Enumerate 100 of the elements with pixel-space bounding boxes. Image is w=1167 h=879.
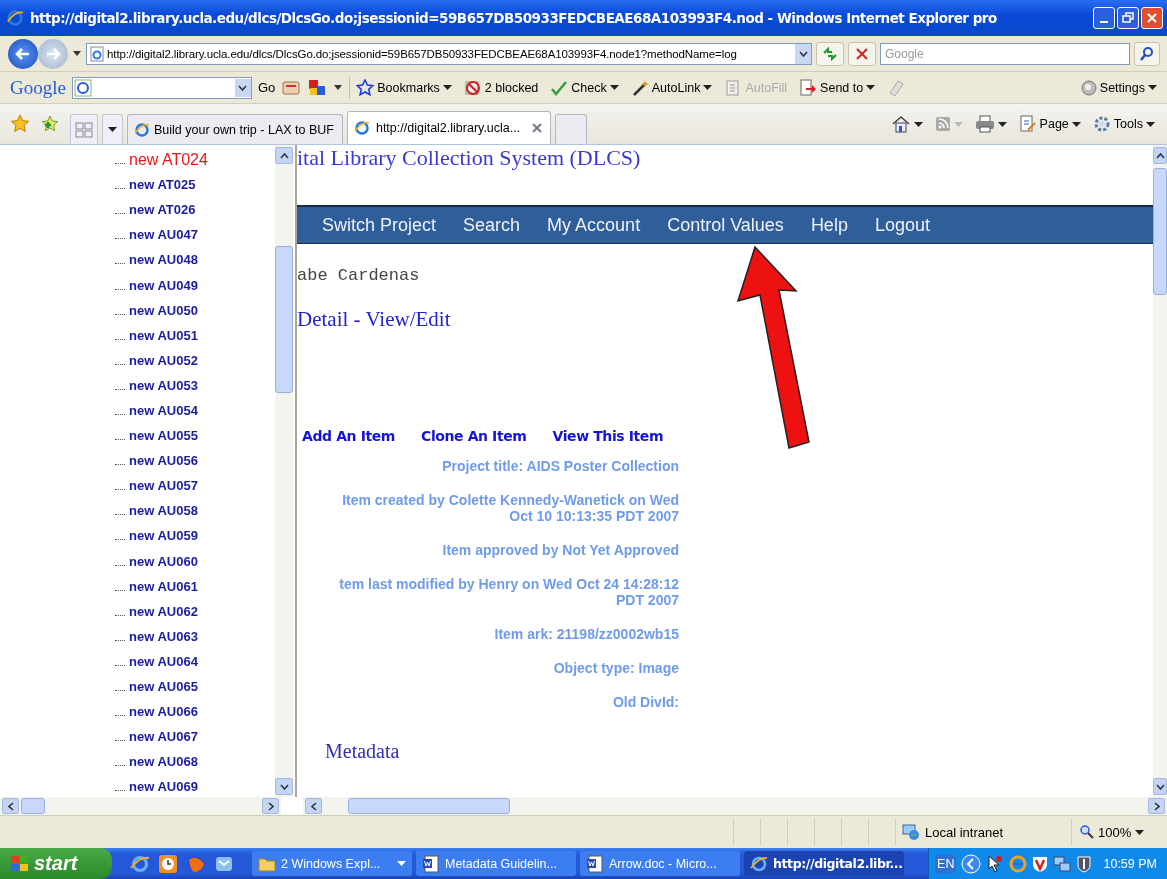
toolbar-button[interactable]: Bookmarks xyxy=(356,78,452,97)
page-icon xyxy=(90,45,104,62)
back-button[interactable] xyxy=(8,38,38,69)
tree-item[interactable]: new AU066 xyxy=(129,704,198,720)
tree-item[interactable]: new AU057 xyxy=(129,478,198,494)
tree-item[interactable]: new AU055 xyxy=(129,428,198,444)
tree-item[interactable]: new AU053 xyxy=(129,377,198,393)
tree-item[interactable]: new AT024 xyxy=(129,150,208,169)
tree-item[interactable]: new AU054 xyxy=(129,403,198,418)
tree-item[interactable]: new AU069 xyxy=(129,779,198,795)
browser-tab[interactable]: http://digital2.library.ucla... xyxy=(346,111,552,144)
browser-tab[interactable]: Build your own trip - LAX to BUF xyxy=(127,114,343,144)
refresh-button[interactable] xyxy=(816,41,844,66)
taskbar-button[interactable]: Arrow.doc - Micro... xyxy=(580,851,740,876)
search-button[interactable] xyxy=(1134,41,1160,66)
favorites-star-icon[interactable] xyxy=(10,114,30,134)
restore-button[interactable] xyxy=(1117,7,1139,29)
tree-item[interactable]: new AU047 xyxy=(129,227,198,243)
tree-item[interactable]: new AU067 xyxy=(129,729,198,745)
clock-icon[interactable] xyxy=(158,853,178,874)
tree-item[interactable]: new AU051 xyxy=(129,327,198,343)
close-tab-icon[interactable] xyxy=(532,123,543,133)
address-field[interactable]: http://digital2.library.ucla.edu/dlcs/DlcsGo.do;jsessionid=59B657DB50933FEDCBEAE68A103993F4.node1?methodName=log xyxy=(86,42,812,65)
browser-icon[interactable] xyxy=(130,853,150,874)
taskbar-button[interactable]: Metadata Guidelin... xyxy=(416,851,576,876)
vertical-scrollbar[interactable] xyxy=(275,145,293,797)
scroll-thumb[interactable] xyxy=(348,798,510,814)
chevron-right-icon xyxy=(267,801,274,811)
tab-list-button[interactable] xyxy=(102,114,123,144)
minimize-button[interactable] xyxy=(1093,7,1115,29)
tree-item[interactable]: new AU065 xyxy=(129,679,198,694)
nav-link[interactable]: My Account xyxy=(547,214,641,236)
toolbar-button[interactable]: Check xyxy=(550,78,619,97)
tree-item[interactable]: new AU061 xyxy=(129,578,198,594)
section-heading: Metadata xyxy=(325,740,401,763)
tree-item[interactable]: new AU058 xyxy=(129,503,198,519)
page-heading: Detail - View/Edit xyxy=(297,307,452,332)
round-button-icon xyxy=(1080,79,1097,96)
send-page-icon xyxy=(799,78,818,97)
close-icon xyxy=(1146,12,1158,24)
toolbar-button[interactable]: Send to xyxy=(799,78,876,97)
vertical-scrollbar[interactable] xyxy=(1153,145,1167,797)
tree-item[interactable]: new AT025 xyxy=(129,177,196,193)
nav-link[interactable]: Help xyxy=(810,214,848,236)
horizontal-scrollbar[interactable] xyxy=(303,797,1167,815)
tree-item[interactable]: new AU050 xyxy=(129,302,198,318)
chevron-right-icon xyxy=(1153,801,1160,811)
chevron-left-icon xyxy=(7,801,14,811)
go-button[interactable]: Go xyxy=(257,80,276,95)
cubes-icon[interactable] xyxy=(307,77,328,98)
tree-item[interactable]: new AT026 xyxy=(129,202,196,218)
stop-button[interactable] xyxy=(848,41,876,66)
nav-link[interactable]: Switch Project xyxy=(322,214,437,236)
shield-icon[interactable] xyxy=(1032,854,1049,873)
add-favorite-icon[interactable] xyxy=(40,114,60,134)
security-icon[interactable] xyxy=(1076,854,1093,873)
tree-item[interactable]: new AU062 xyxy=(129,603,198,619)
scroll-thumb[interactable] xyxy=(275,246,293,393)
settings-button[interactable]: Settings xyxy=(1080,79,1157,96)
scroll-thumb[interactable] xyxy=(21,798,45,814)
tree-item[interactable]: new AU064 xyxy=(129,653,198,669)
caret-icon xyxy=(1148,85,1157,90)
nav-link[interactable]: Search xyxy=(463,214,521,236)
tree-item[interactable]: new AU052 xyxy=(129,352,198,368)
show-hidden-icons-icon[interactable] xyxy=(961,853,982,874)
refresh-arrows-icon xyxy=(822,46,838,61)
scroll-thumb[interactable] xyxy=(1153,168,1167,295)
close-button[interactable] xyxy=(1141,7,1163,29)
tree-item[interactable]: new AU059 xyxy=(129,528,198,544)
tree-item[interactable]: new AU060 xyxy=(129,553,198,569)
network-icon[interactable] xyxy=(1053,854,1072,873)
taskbar-button[interactable]: 2 Windows Expl... xyxy=(252,851,412,876)
language-indicator[interactable]: EN xyxy=(935,854,957,873)
action-link[interactable]: Clone An Item xyxy=(421,428,527,444)
command-button[interactable]: Page xyxy=(1014,109,1085,139)
zoom-button[interactable]: 100% xyxy=(1071,818,1167,846)
tree-item[interactable]: new AU049 xyxy=(129,277,198,293)
search-field[interactable]: Google xyxy=(880,42,1130,65)
nav-link[interactable]: Logout xyxy=(874,214,930,236)
dropdown-caret-icon[interactable] xyxy=(72,50,82,57)
tree-item[interactable]: new AU048 xyxy=(129,252,198,268)
caret-icon xyxy=(953,121,963,127)
google-search-field[interactable] xyxy=(71,76,252,99)
news-icon[interactable] xyxy=(281,78,302,97)
start-button[interactable]: start xyxy=(0,848,112,879)
command-button[interactable]: Tools xyxy=(1088,109,1159,139)
cursor-icon[interactable] xyxy=(986,854,1005,873)
tree-item[interactable]: new AU063 xyxy=(129,628,198,644)
toolbar-button[interactable]: 2 blocked xyxy=(463,78,539,97)
nav-link[interactable]: Control Values xyxy=(667,214,784,236)
star-icon xyxy=(356,78,375,97)
action-link[interactable]: Add An Item xyxy=(302,428,395,444)
action-link[interactable]: View This Item xyxy=(552,428,664,444)
caret-icon[interactable] xyxy=(333,84,344,91)
tree-item[interactable]: new AU068 xyxy=(129,754,198,770)
horizontal-scrollbar[interactable] xyxy=(0,797,281,815)
tree-item[interactable]: new AU056 xyxy=(129,453,198,469)
feed-icon xyxy=(934,116,951,132)
toolbar-button[interactable]: AutoLink xyxy=(630,78,713,97)
taskbar-button[interactable]: http://digital2.libr... xyxy=(744,851,904,876)
